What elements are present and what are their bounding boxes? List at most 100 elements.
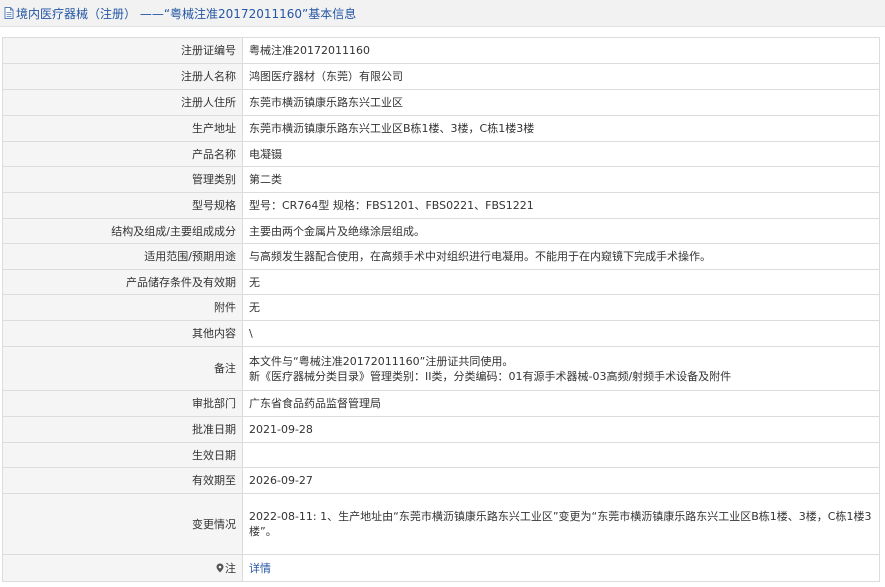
table-row: 注详情 — [2, 554, 880, 582]
field-value: 鸿图医疗器材（东莞）有限公司 — [242, 63, 880, 90]
details-link[interactable]: 详情 — [249, 562, 271, 575]
table-row: 附件无 — [2, 294, 880, 321]
table-row: 管理类别 第二类 — [2, 166, 880, 193]
field-label: 变更情况 — [2, 493, 243, 555]
table-row: 生产地址 东莞市横沥镇康乐路东兴工业区B栋1楼、3楼，C栋1楼3楼 — [2, 115, 880, 142]
field-value: \ — [242, 320, 880, 347]
field-label-text: 产品储存条件及有效期 — [126, 275, 236, 289]
field-value-line: \ — [249, 327, 253, 340]
field-label: 型号规格 — [2, 192, 243, 219]
field-label: 备注 — [2, 346, 243, 391]
field-label-text: 注册人名称 — [181, 70, 236, 83]
field-label: 产品储存条件及有效期 — [2, 269, 243, 295]
field-value-line: 鸿图医疗器材（东莞）有限公司 — [249, 70, 403, 83]
table-row: 审批部门 广东省食品药品监督管理局 — [2, 390, 880, 417]
field-label: 注册人名称 — [2, 63, 243, 90]
table-row: 生效日期 — [2, 442, 880, 468]
field-label-text: 有效期至 — [192, 474, 236, 487]
field-label: 附件 — [2, 294, 243, 321]
field-value-line: 第二类 — [249, 173, 282, 186]
field-label-text: 结构及组成/主要组成成分 — [111, 224, 236, 238]
field-label: 注 — [2, 554, 243, 582]
table-row: 产品储存条件及有效期无 — [2, 269, 880, 295]
field-label: 注册证编号 — [2, 37, 243, 64]
field-value-line: 主要由两个金属片及绝缘涂层组成。 — [249, 224, 425, 238]
field-value: 主要由两个金属片及绝缘涂层组成。 — [242, 218, 880, 244]
field-label-text: 管理类别 — [192, 173, 236, 186]
field-label: 适用范围/预期用途 — [2, 243, 243, 270]
table-row: 变更情况 2022-08-11: 1、生产地址由“东莞市横沥镇康乐路东兴工业区”变… — [2, 493, 880, 555]
field-value: 2026-09-27 — [242, 467, 880, 494]
field-label: 审批部门 — [2, 390, 243, 417]
info-table: 注册证编号 粤械注准20172011160 注册人名称 鸿图医疗器材（东莞）有限公司注… — [2, 37, 880, 582]
field-label-text: 附件 — [214, 301, 236, 314]
field-value — [242, 442, 880, 468]
field-value: 详情 — [242, 554, 880, 582]
field-label: 有效期至 — [2, 467, 243, 494]
field-label-text: 生效日期 — [192, 448, 236, 462]
field-value-line: 楼”。 — [249, 525, 277, 538]
field-value-line: 无 — [249, 301, 260, 314]
field-value-line: 2022-08-11: 1、生产地址由“东莞市横沥镇康乐路东兴工业区”变更为“东… — [249, 510, 872, 523]
field-label: 结构及组成/主要组成成分 — [2, 218, 243, 244]
table-row: 有效期至 2026-09-27 — [2, 467, 880, 494]
title-bar: 境内医疗器械（注册） ——“粤械注准20172011160”基本信息 — [0, 0, 885, 27]
field-label-text: 产品名称 — [192, 147, 236, 161]
field-label-text: 备注 — [214, 362, 236, 375]
field-value: 东莞市横沥镇康乐路东兴工业区B栋1楼、3楼，C栋1楼3楼 — [242, 115, 880, 142]
field-label-text: 其他内容 — [192, 327, 236, 340]
table-row: 型号规格 型号：CR764型 规格：FBS1201、FBS0221、FBS1221 — [2, 192, 880, 219]
field-value: 与高频发生器配合使用，在高频手术中对组织进行电凝用。不能用于在内窥镜下完成手术操… — [242, 243, 880, 270]
field-label: 管理类别 — [2, 166, 243, 193]
table-row: 备注 本文件与“粤械注准20172011160”注册证共同使用。 新《医疗器械分类目… — [2, 346, 880, 391]
field-label-text: 型号规格 — [192, 199, 236, 212]
field-value-line: 东莞市横沥镇康乐路东兴工业区B栋1楼、3楼，C栋1楼3楼 — [249, 122, 535, 135]
field-value-line: 粤械注准20172011160 — [249, 44, 370, 57]
field-value-line: 东莞市横沥镇康乐路东兴工业区 — [249, 96, 403, 109]
field-label: 产品名称 — [2, 141, 243, 167]
field-label-text: 注册人住所 — [181, 96, 236, 109]
field-value-line: 本文件与“粤械注准20172011160”注册证共同使用。 — [249, 354, 514, 368]
field-value: 本文件与“粤械注准20172011160”注册证共同使用。 新《医疗器械分类目录》… — [242, 346, 880, 391]
field-label-text: 审批部门 — [192, 397, 236, 410]
field-label-text: 注 — [225, 561, 236, 575]
table-row: 批准日期 2021-09-28 — [2, 416, 880, 443]
field-value-line: 广东省食品药品监督管理局 — [249, 397, 381, 410]
field-label: 其他内容 — [2, 320, 243, 347]
page-title: 境内医疗器械（注册） ——“粤械注准20172011160”基本信息 — [16, 6, 357, 21]
field-value-line: 2026-09-27 — [249, 474, 313, 487]
field-label: 生产地址 — [2, 115, 243, 142]
table-row: 注册人名称 鸿图医疗器材（东莞）有限公司 — [2, 63, 880, 90]
field-value: 广东省食品药品监督管理局 — [242, 390, 880, 417]
field-value: 无 — [242, 269, 880, 295]
field-label: 批准日期 — [2, 416, 243, 443]
field-value-line: 与高频发生器配合使用，在高频手术中对组织进行电凝用。不能用于在内窥镜下完成手术操… — [249, 250, 711, 263]
field-value: 2022-08-11: 1、生产地址由“东莞市横沥镇康乐路东兴工业区”变更为“东… — [242, 493, 880, 555]
field-label-text: 适用范围/预期用途 — [144, 250, 236, 263]
field-value-line: 无 — [249, 275, 260, 289]
document-icon — [4, 7, 14, 19]
field-value-line: 型号：CR764型 规格：FBS1201、FBS0221、FBS1221 — [249, 199, 534, 212]
table-row: 注册人住所 东莞市横沥镇康乐路东兴工业区 — [2, 89, 880, 116]
field-label-text: 变更情况 — [192, 517, 236, 531]
pin-icon — [216, 563, 224, 572]
field-value-line: 电凝镊 — [249, 147, 282, 161]
table-row: 适用范围/预期用途 与高频发生器配合使用，在高频手术中对组织进行电凝用。不能用于在… — [2, 243, 880, 270]
field-label: 注册人住所 — [2, 89, 243, 116]
field-value: 2021-09-28 — [242, 416, 880, 443]
field-value: 第二类 — [242, 166, 880, 193]
field-label-text: 注册证编号 — [181, 44, 236, 57]
table-row: 产品名称 电凝镊 — [2, 141, 880, 167]
field-value: 无 — [242, 294, 880, 321]
table-row: 其他内容 \ — [2, 320, 880, 347]
field-label-text: 生产地址 — [192, 122, 236, 135]
field-value-line: 新《医疗器械分类目录》管理类别：II类，分类编码：01有源手术器械-03高频/射… — [249, 369, 732, 383]
field-value: 粤械注准20172011160 — [242, 37, 880, 64]
field-value: 型号：CR764型 规格：FBS1201、FBS0221、FBS1221 — [242, 192, 880, 219]
field-label-text: 批准日期 — [192, 423, 236, 436]
field-label: 生效日期 — [2, 442, 243, 468]
field-value-line: 2021-09-28 — [249, 423, 313, 436]
table-row: 结构及组成/主要组成成分 主要由两个金属片及绝缘涂层组成。 — [2, 218, 880, 244]
field-value: 东莞市横沥镇康乐路东兴工业区 — [242, 89, 880, 116]
field-value: 电凝镊 — [242, 141, 880, 167]
